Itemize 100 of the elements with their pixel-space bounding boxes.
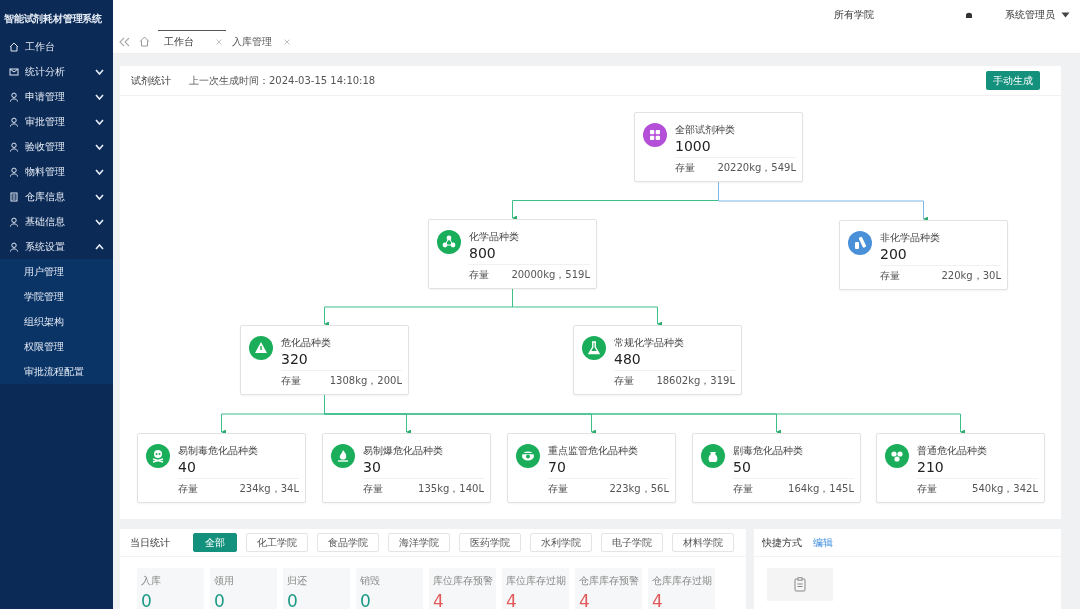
category-count: 70 <box>548 459 567 477</box>
clipboard-icon <box>794 577 806 592</box>
category-name: 非化学品种类 <box>880 231 941 245</box>
category-card[interactable]: 非化学品种类 200 存量 220kg，30L <box>839 220 1008 290</box>
filter-button[interactable]: 化工学院 <box>246 533 308 552</box>
stock-label: 存量 <box>880 269 900 283</box>
category-card[interactable]: 剧毒危化品种类 50 存量 164kg，145L <box>692 433 861 503</box>
generated-time: 上一次生成时间：2024-03-15 14:10:18 <box>189 73 377 88</box>
app-title: 智能试剂耗材管理系统 <box>3 12 103 26</box>
submenu-item[interactable]: 用户管理 <box>0 259 113 284</box>
bell-icon[interactable] <box>965 11 973 19</box>
home-icon <box>9 41 19 52</box>
generate-button[interactable]: 手动生成 <box>986 71 1040 90</box>
stat-value: 0 <box>214 591 226 609</box>
person-icon <box>9 216 19 227</box>
filter-button[interactable]: 全部 <box>193 533 237 552</box>
card-title: 试剂统计 <box>131 73 171 88</box>
stock-value: 1308kg，200L <box>329 374 402 388</box>
stock-value: 20000kg，519L <box>511 268 590 282</box>
collapse-icon[interactable] <box>119 36 131 47</box>
stock-label: 存量 <box>363 482 383 496</box>
stat-label: 入库 <box>141 574 162 588</box>
home-icon[interactable] <box>139 36 150 47</box>
stock-value: 135kg，140L <box>418 482 484 496</box>
category-card[interactable]: 普通危化品种类 210 存量 540kg，342L <box>876 433 1045 503</box>
submenu-item[interactable]: 权限管理 <box>0 334 113 359</box>
stat-label: 库位库存过期 <box>506 574 567 588</box>
category-card[interactable]: 危化品种类 320 存量 1308kg，200L <box>240 325 409 395</box>
stock-value: 540kg，342L <box>972 482 1038 496</box>
category-card[interactable]: 易制毒危化品种类 40 存量 234kg，34L <box>137 433 306 503</box>
nav-item[interactable]: 工作台 <box>0 34 113 59</box>
category-card[interactable]: 化学品种类 800 存量 20000kg，519L <box>428 219 597 289</box>
stat-value: 4 <box>506 591 518 609</box>
category-name: 剧毒危化品种类 <box>733 444 804 458</box>
stock-value: 223kg，56L <box>609 482 669 496</box>
stat-label: 仓库库存预警 <box>579 574 640 588</box>
category-name: 危化品种类 <box>281 336 332 350</box>
stat-value: 0 <box>360 591 372 609</box>
stat-label: 库位库存预警 <box>433 574 494 588</box>
stock-value: 220kg，30L <box>941 269 1001 283</box>
book-icon <box>9 191 19 202</box>
nav-item[interactable]: 系统设置 <box>0 234 113 259</box>
person-icon <box>9 241 19 252</box>
category-name: 化学品种类 <box>469 230 520 244</box>
college-selector[interactable]: 所有学院 <box>834 8 874 22</box>
submenu-item[interactable]: 审批流程配置 <box>0 359 113 384</box>
category-name: 全部试剂种类 <box>675 123 736 137</box>
stat-value: 4 <box>652 591 664 609</box>
category-count: 210 <box>917 459 945 477</box>
nav-item[interactable]: 统计分析 <box>0 59 113 84</box>
stock-label: 存量 <box>733 482 753 496</box>
caret-icon[interactable] <box>1061 12 1070 18</box>
stat-label: 销毁 <box>360 574 381 588</box>
category-name: 常规化学品种类 <box>614 336 685 350</box>
filter-button[interactable]: 电子学院 <box>601 533 663 552</box>
filter-button[interactable]: 海洋学院 <box>388 533 450 552</box>
stock-value: 20220kg，549L <box>717 161 796 175</box>
nav-item[interactable]: 仓库信息 <box>0 184 113 209</box>
filter-button[interactable]: 医药学院 <box>459 533 521 552</box>
filter-button[interactable]: 食品学院 <box>317 533 379 552</box>
category-count: 480 <box>614 351 642 369</box>
edit-link[interactable]: 编辑 <box>813 535 833 550</box>
close-icon[interactable] <box>284 39 290 45</box>
stock-label: 存量 <box>675 161 695 175</box>
stock-label: 存量 <box>178 482 198 496</box>
category-card[interactable]: 易制爆危化品种类 30 存量 135kg，140L <box>322 433 491 503</box>
stock-label: 存量 <box>548 482 568 496</box>
category-name: 普通危化品种类 <box>917 444 988 458</box>
stat-value: 0 <box>287 591 299 609</box>
stock-label: 存量 <box>614 374 634 388</box>
nav-item[interactable]: 验收管理 <box>0 134 113 159</box>
category-count: 30 <box>363 459 382 477</box>
mail-icon <box>9 66 19 77</box>
close-icon[interactable] <box>216 39 222 45</box>
category-name: 重点监管危化品种类 <box>548 444 639 458</box>
stat-value: 4 <box>433 591 445 609</box>
nav-item[interactable]: 申请管理 <box>0 84 113 109</box>
stat-label: 归还 <box>287 574 308 588</box>
nav-item[interactable]: 基础信息 <box>0 209 113 234</box>
filter-button[interactable]: 水利学院 <box>530 533 592 552</box>
stat-value: 4 <box>579 591 591 609</box>
nav-item[interactable]: 审批管理 <box>0 109 113 134</box>
category-count: 50 <box>733 459 752 477</box>
category-card[interactable]: 重点监管危化品种类 70 存量 223kg，56L <box>507 433 676 503</box>
category-name: 易制毒危化品种类 <box>178 444 259 458</box>
submenu-item[interactable]: 组织架构 <box>0 309 113 334</box>
user-menu[interactable]: 系统管理员 <box>1005 8 1055 22</box>
nav-item[interactable]: 物料管理 <box>0 159 113 184</box>
stock-value: 18602kg，319L <box>656 374 735 388</box>
category-name: 易制爆危化品种类 <box>363 444 444 458</box>
category-card[interactable]: 全部试剂种类 1000 存量 20220kg，549L <box>634 112 803 182</box>
stock-label: 存量 <box>281 374 301 388</box>
category-card[interactable]: 常规化学品种类 480 存量 18602kg，319L <box>573 325 742 395</box>
shortcut-tile[interactable] <box>767 568 833 601</box>
submenu-item[interactable]: 学院管理 <box>0 284 113 309</box>
page-tab[interactable]: 入库管理 <box>226 30 294 53</box>
person-icon <box>9 166 19 177</box>
filter-button[interactable]: 材料学院 <box>672 533 734 552</box>
person-icon <box>9 141 19 152</box>
stock-value: 164kg，145L <box>788 482 854 496</box>
